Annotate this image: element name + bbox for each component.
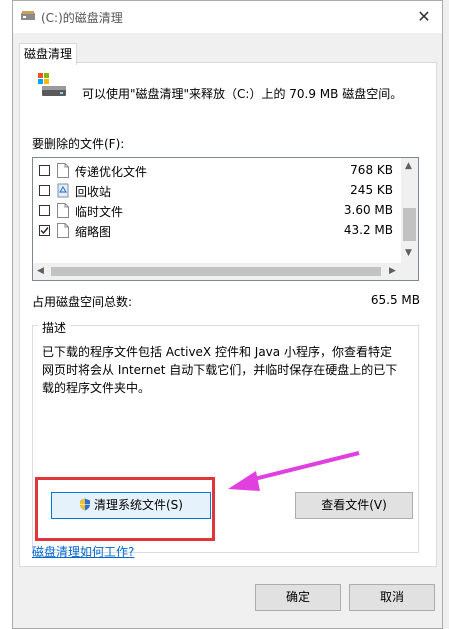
scroll-down-icon[interactable]: ▼	[405, 248, 412, 258]
checkmark-icon	[40, 227, 49, 235]
file-name: 临时文件	[75, 205, 124, 219]
checkbox[interactable]	[39, 225, 50, 236]
title-bar[interactable]: (C:)的磁盘清理 ✕	[13, 1, 442, 33]
file-name: 缩略图	[75, 225, 112, 239]
files-listbox[interactable]: 传递优化文件 768 KB 回收站 245 KB 临时文件 3.60 MB 缩略…	[32, 157, 419, 281]
file-icon	[57, 203, 69, 218]
file-name: 传递优化文件	[75, 165, 148, 179]
list-item[interactable]: 回收站 245 KB	[33, 181, 399, 201]
list-item[interactable]: 临时文件 3.60 MB	[33, 201, 399, 221]
help-link[interactable]: 磁盘清理如何工作?	[32, 543, 134, 560]
scroll-left-icon[interactable]: ◀	[37, 266, 44, 276]
file-name: 回收站	[75, 185, 112, 199]
cancel-button[interactable]: 取消	[349, 584, 435, 611]
file-size: 3.60 MB	[343, 203, 393, 217]
vertical-scroll-thumb[interactable]	[403, 208, 416, 241]
file-icon	[57, 163, 69, 178]
window-title: (C:)的磁盘清理	[41, 11, 123, 25]
annotation-arrow	[228, 451, 360, 491]
recycle-bin-icon	[57, 183, 69, 198]
disk-cleanup-dialog: (C:)的磁盘清理 ✕ 磁盘清理 可以使用"磁盘清理"来释放（C:）上的 70.…	[12, 0, 443, 629]
close-button[interactable]: ✕	[412, 5, 436, 29]
total-space-label: 占用磁盘空间总数:	[32, 295, 133, 309]
drive-icon	[38, 73, 66, 96]
file-size: 43.2 MB	[343, 223, 393, 237]
header-message: 可以使用"磁盘清理"来释放（C:）上的 70.9 MB 磁盘空间。	[82, 87, 403, 101]
description-text: 已下载的程序文件包括 ActiveX 控件和 Java 小程序，你查看特定网页时…	[42, 345, 398, 395]
list-item[interactable]: 传递优化文件 768 KB	[33, 161, 399, 181]
checkbox[interactable]	[39, 205, 50, 216]
horizontal-scrollbar[interactable]: ◀ ▶	[33, 263, 418, 280]
checkbox[interactable]	[39, 185, 50, 196]
files-to-delete-label: 要删除的文件(F):	[32, 137, 125, 151]
view-files-button[interactable]: 查看文件(V)	[295, 492, 413, 519]
list-item[interactable]: 缩略图 43.2 MB	[33, 221, 399, 241]
tab-strip: 磁盘清理	[13, 33, 442, 65]
disk-cleanup-icon	[21, 11, 35, 20]
scroll-right-icon[interactable]: ▶	[389, 266, 396, 276]
total-space-value: 65.5 MB	[370, 293, 420, 307]
close-icon: ✕	[417, 7, 431, 26]
vertical-scrollbar[interactable]: ▲ ▼	[401, 158, 418, 263]
file-size: 768 KB	[350, 163, 393, 177]
description-title: 描述	[38, 319, 71, 336]
highlight-box	[35, 477, 215, 541]
file-size: 245 KB	[350, 183, 393, 197]
tab-disk-cleanup[interactable]: 磁盘清理	[19, 43, 77, 65]
horizontal-scroll-thumb[interactable]	[51, 267, 381, 276]
scroll-up-icon[interactable]: ▲	[405, 161, 412, 171]
checkbox[interactable]	[39, 165, 50, 176]
ok-button[interactable]: 确定	[255, 584, 341, 611]
file-icon	[57, 223, 69, 238]
